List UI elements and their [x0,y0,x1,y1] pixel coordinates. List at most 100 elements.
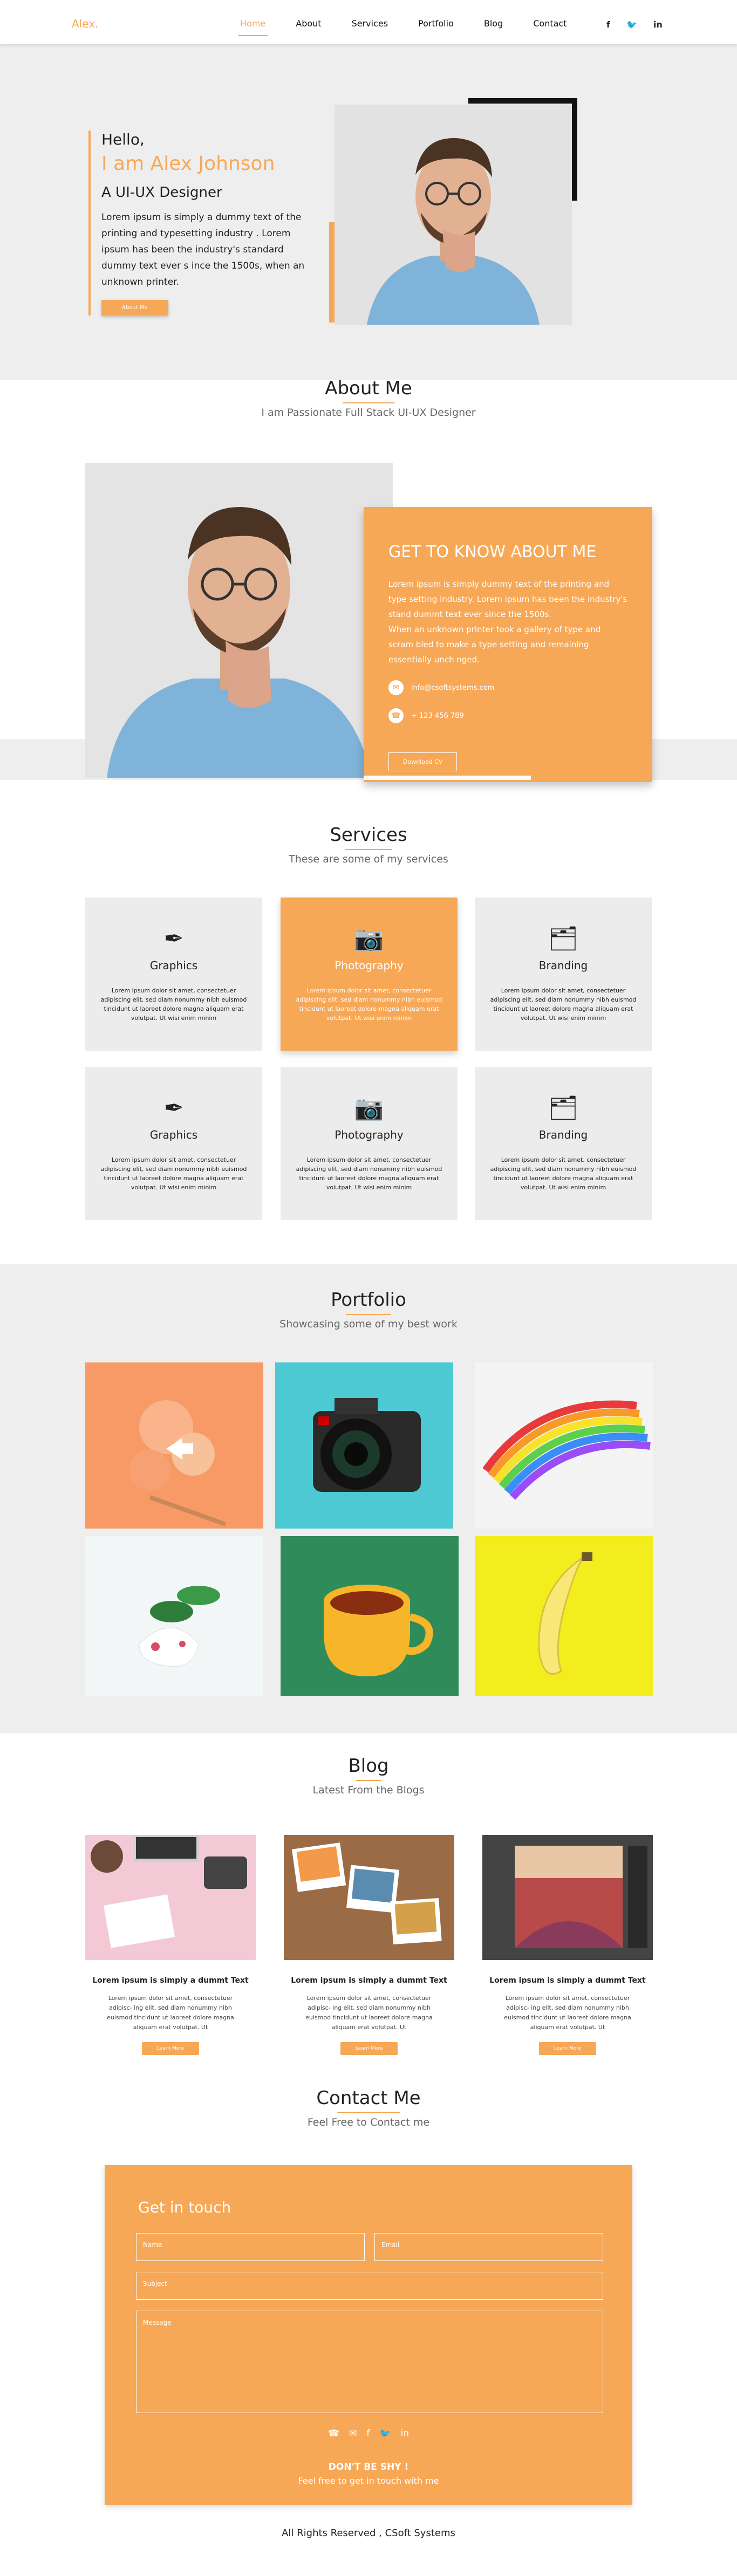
service-title: Branding [538,1128,588,1141]
message-field[interactable]: Message [136,2311,603,2413]
portfolio-item-chalk[interactable] [475,1362,653,1529]
blog-post-body: Lorem ipsum dolor sit amet, consectetuer… [504,1995,631,2031]
contact-heading: Contact Me Feel Free to Contact me [0,2087,737,2128]
contact-box-title: Get in touch [138,2198,231,2216]
services-title: Services [330,824,407,850]
blog-subtitle: Latest From the Blogs [312,1784,425,1796]
learn-more-button[interactable]: Learn More [538,2042,597,2055]
blog-image-photos[interactable] [284,1835,454,1960]
mail-icon[interactable]: ✉ [349,2428,357,2439]
service-title: Photography [335,1128,404,1141]
service-card[interactable]: ✒ Graphics Lorem ipsum dolor sit amet, c… [85,1067,262,1220]
service-title: Branding [538,959,588,972]
about-card-text-2: When an unknown printer took a gallery o… [388,625,601,664]
top-navbar: Alex. Home About Services Portfolio Blog… [0,0,737,44]
twitter-icon[interactable]: 🐦 [379,2428,391,2439]
footer-copyright: All Rights Reserved , CSoft Systems [282,2527,455,2539]
mail-icon: ✉ [388,680,404,695]
service-card[interactable]: ✒ Graphics Lorem ipsum dolor sit amet, c… [85,898,262,1051]
service-card-active[interactable]: 📷 Photography Lorem ipsum dolor sit amet… [281,898,458,1051]
linkedin-icon[interactable]: in [401,2428,410,2439]
about-portrait [85,463,393,778]
camera-icon: 📷 [354,925,384,953]
about-subtitle: I am Passionate Full Stack UI-UX Designe… [261,407,476,419]
twitter-icon[interactable]: 🐦 [626,19,637,30]
hero-greeting: Hello, [101,131,145,148]
hero-role: A UI-UX Designer [101,184,222,201]
hero-photo-accent [329,222,335,321]
portfolio-subtitle: Showcasing some of my best work [279,1318,458,1330]
portfolio-title: Portfolio [331,1289,406,1315]
facebook-icon[interactable]: f [606,19,610,30]
nav-contact[interactable]: Contact [533,18,567,29]
blog-image-desk[interactable] [85,1835,256,1960]
nav-home[interactable]: Home [237,18,268,36]
about-phone-text[interactable]: + 123 456 789 [411,712,464,720]
blog-card[interactable]: Lorem ipsum is simply a dummt Text Lorem… [284,1835,454,2055]
portfolio-item-camera[interactable] [275,1362,453,1529]
about-card-title: GET TO KNOW ABOUT ME [388,543,597,561]
nav-blog[interactable]: Blog [484,18,503,29]
blog-image-design[interactable] [482,1835,653,1960]
phone-icon[interactable]: ☎ [328,2428,339,2439]
about-title: About Me [325,378,412,403]
about-me-button[interactable]: About Me [101,300,168,316]
services-subtitle: These are some of my services [289,853,448,865]
contact-shy-sub: Feel free to get in touch with me [298,2476,439,2486]
services-heading: Services These are some of my services [0,824,737,865]
blog-card[interactable]: Lorem ipsum is simply a dummt Text Lorem… [482,1835,653,2055]
camera-icon: 📷 [354,1094,384,1122]
portfolio-item-tea[interactable] [281,1536,459,1696]
blog-card[interactable]: Lorem ipsum is simply a dummt Text Lorem… [85,1835,256,2055]
contact-title: Contact Me [316,2087,421,2113]
service-text: Lorem ipsum dolor sit amet, consectetuer… [296,1156,442,1191]
email-field[interactable]: Email [374,2233,603,2261]
name-field[interactable]: Name [136,2233,365,2261]
service-title: Graphics [149,959,198,972]
about-email: ✉ info@csoftsystems.com [388,680,627,695]
service-card[interactable]: 📷 Photography Lorem ipsum dolor sit amet… [281,1067,458,1220]
hero-portrait [335,105,572,325]
portfolio-item-flower[interactable] [85,1536,263,1696]
site-logo[interactable]: Alex. [72,17,98,30]
portfolio-item-banana[interactable] [475,1536,653,1696]
linkedin-icon[interactable]: in [653,19,663,30]
portfolio-item-flowers[interactable] [85,1362,263,1529]
download-cv-button[interactable]: Download CV [388,752,458,771]
nav-about[interactable]: About [296,18,321,29]
service-card[interactable]: 🗂 Branding Lorem ipsum dolor sit amet, c… [475,1067,652,1220]
blog-heading: Blog Latest From the Blogs [0,1755,737,1796]
blog-post-body: Lorem ipsum dolor sit amet, consectetuer… [305,1995,433,2031]
service-text: Lorem ipsum dolor sit amet, consectetuer… [296,987,442,1022]
about-heading: About Me I am Passionate Full Stack UI-U… [0,378,737,419]
blog-title: Blog [348,1755,389,1781]
about-email-text[interactable]: info@csoftsystems.com [411,684,494,692]
graphics-icon: ✒ [163,1094,184,1122]
blog-post-title[interactable]: Lorem ipsum is simply a dummt Text [85,1976,256,1985]
about-card-text-1: Lorem ipsum is simply dummy text of the … [388,579,627,619]
hero-description: Lorem ipsum is simply a dummy text of th… [101,212,305,287]
nav-services[interactable]: Services [352,18,388,29]
about-phone: ☎ + 123 456 789 [388,708,627,723]
branding-icon: 🗂 [548,1094,578,1122]
nav-portfolio[interactable]: Portfolio [418,18,454,29]
blog-post-title[interactable]: Lorem ipsum is simply a dummt Text [284,1976,454,1985]
contact-subtitle: Feel Free to Contact me [307,2116,430,2128]
social-links: f 🐦 in [606,19,663,30]
subject-field[interactable]: Subject [136,2272,603,2300]
phone-icon: ☎ [388,708,404,723]
hero-name: I am Alex Johnson [101,153,275,175]
hero-section: Hello, I am Alex Johnson A UI-UX Designe… [0,44,737,380]
service-title: Graphics [149,1128,198,1141]
learn-more-button[interactable]: Learn More [141,2042,200,2055]
blog-post-body: Lorem ipsum dolor sit amet, consectetuer… [107,1995,234,2031]
portfolio-heading: Portfolio Showcasing some of my best wor… [0,1289,737,1330]
blog-post-title[interactable]: Lorem ipsum is simply a dummt Text [482,1976,653,1985]
learn-more-button[interactable]: Learn More [340,2042,398,2055]
service-title: Photography [335,959,404,972]
service-text: Lorem ipsum dolor sit amet, consectetuer… [490,1156,637,1191]
main-menu: Home About Services Portfolio Blog Conta… [237,18,597,36]
contact-form: Get in touch Name Email Subject Message … [105,2165,632,2505]
service-card[interactable]: 🗂 Branding Lorem ipsum dolor sit amet, c… [475,898,652,1051]
facebook-icon[interactable]: f [366,2428,370,2439]
